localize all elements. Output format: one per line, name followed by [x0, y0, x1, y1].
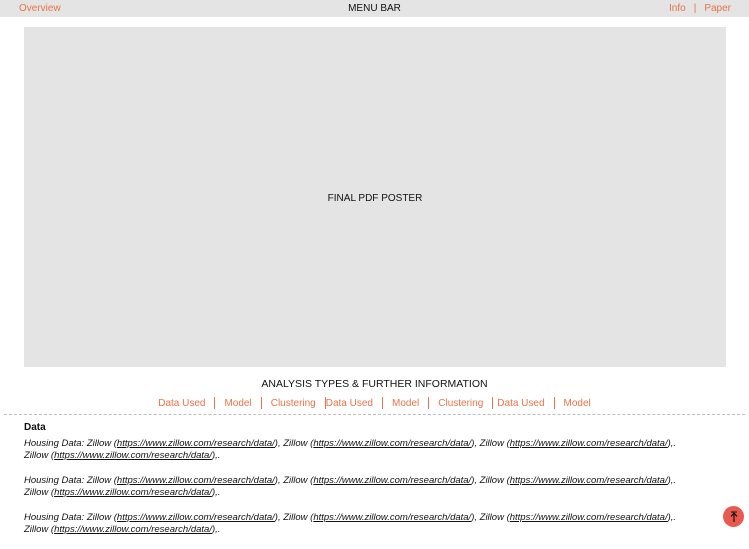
poster-label: FINAL PDF POSTER — [327, 192, 423, 204]
tab-model[interactable]: Model — [555, 398, 600, 409]
zillow-link[interactable]: https://www.zillow.com/research/data/ — [117, 512, 275, 523]
tab-model[interactable]: Model — [383, 398, 428, 409]
paragraph-text: Housing Data: Zillow ( — [24, 437, 117, 449]
data-section: Data Housing Data: Zillow (https://www.z… — [24, 422, 694, 549]
menu-bar-title: MENU BAR — [348, 3, 401, 14]
zillow-link[interactable]: https://www.zillow.com/research/data/ — [510, 475, 668, 486]
section-heading: ANALYSIS TYPES & FURTHER INFORMATION — [261, 378, 488, 390]
section-divider — [4, 414, 745, 415]
zillow-link[interactable]: https://www.zillow.com/research/data/ — [117, 475, 275, 486]
zillow-link[interactable]: https://www.zillow.com/research/data/ — [313, 475, 471, 486]
tab-data-used[interactable]: Data Used — [326, 398, 382, 409]
paragraph-text: ),. — [211, 487, 221, 498]
paragraph-text: ), Zillow ( — [471, 511, 510, 523]
data-paragraph: Housing Data: Zillow (https://www.zillow… — [24, 475, 694, 500]
paragraph-text: ), Zillow ( — [274, 474, 314, 486]
zillow-link[interactable]: https://www.zillow.com/research/data/ — [54, 450, 212, 461]
analysis-tabs: Data Used Model Clustering Data Used Mod… — [0, 396, 749, 410]
zillow-link[interactable]: https://www.zillow.com/research/data/ — [313, 438, 471, 449]
arrow-up-icon — [730, 511, 737, 522]
paragraph-text: Housing Data: Zillow ( — [24, 474, 117, 486]
zillow-link[interactable]: https://www.zillow.com/research/data/ — [313, 512, 471, 523]
info-link[interactable]: Info — [669, 0, 686, 17]
zillow-link[interactable]: https://www.zillow.com/research/data/ — [510, 512, 668, 523]
zillow-link[interactable]: https://www.zillow.com/research/data/ — [117, 438, 275, 449]
paragraph-text: ), Zillow ( — [471, 437, 510, 449]
zillow-link[interactable]: https://www.zillow.com/research/data/ — [510, 438, 668, 449]
paper-link[interactable]: Paper — [704, 0, 731, 17]
scroll-to-top-button[interactable] — [723, 506, 744, 527]
tab-clustering[interactable]: Clustering — [429, 398, 492, 409]
tab-model[interactable]: Model — [215, 398, 260, 409]
data-paragraph: Housing Data: Zillow (https://www.zillow… — [24, 512, 694, 537]
zillow-link[interactable]: https://www.zillow.com/research/data/ — [54, 487, 212, 498]
final-pdf-poster[interactable]: FINAL PDF POSTER — [24, 27, 726, 367]
paragraph-text: ), Zillow ( — [274, 511, 314, 523]
menu-bar: Overview MENU BAR Info | Paper — [0, 0, 749, 17]
data-paragraph: Housing Data: Zillow (https://www.zillow… — [24, 438, 694, 463]
tab-data-used[interactable]: Data Used — [493, 398, 553, 409]
paragraph-text: ),. — [211, 524, 221, 535]
paragraph-text: ),. — [211, 450, 221, 461]
menu-bar-right-links: Info | Paper — [669, 0, 731, 17]
tab-clustering[interactable]: Clustering — [262, 398, 325, 409]
menu-separator: | — [693, 3, 697, 14]
tab-data-used[interactable]: Data Used — [149, 398, 214, 409]
paragraph-text: ), Zillow ( — [274, 437, 314, 449]
paragraph-text: ), Zillow ( — [471, 474, 510, 486]
paragraph-text: Housing Data: Zillow ( — [24, 511, 117, 523]
zillow-link[interactable]: https://www.zillow.com/research/data/ — [54, 524, 212, 535]
data-heading: Data — [24, 422, 46, 433]
